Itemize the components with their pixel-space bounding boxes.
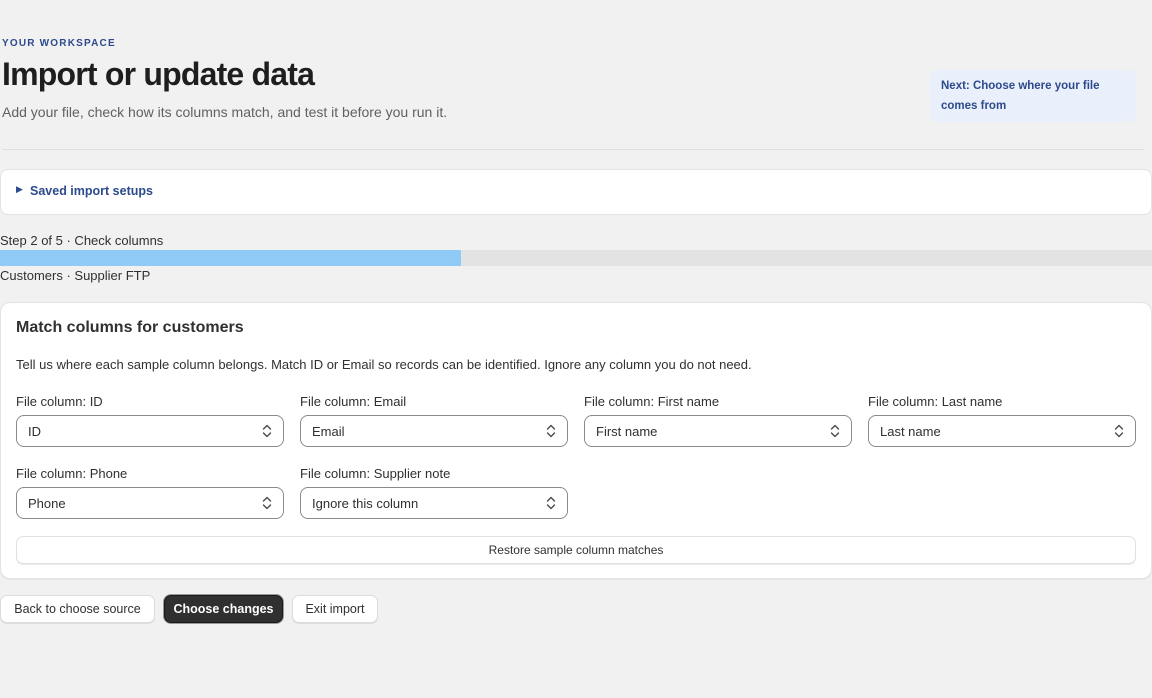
field-label-supplier-note: File column: Supplier note (300, 466, 451, 481)
choose-changes-button[interactable]: Choose changes (164, 595, 283, 623)
select-id[interactable]: ID (16, 415, 284, 447)
page-subtitle: Add your file, check how its columns mat… (2, 104, 448, 120)
chevron-up-down-icon (830, 424, 840, 438)
select-email[interactable]: Email (300, 415, 568, 447)
field-label-email: File column: Email (300, 394, 407, 409)
saved-setups-label: Saved import setups (30, 184, 153, 198)
select-phone[interactable]: Phone (16, 487, 284, 519)
page-title: Import or update data (2, 56, 315, 92)
chevron-up-down-icon (262, 424, 272, 438)
disclosure-triangle-icon: ▶ (16, 184, 23, 194)
card-title: Match columns for customers (16, 319, 244, 336)
select-value: ID (28, 424, 41, 439)
saved-setups-disclosure[interactable]: ▶ Saved import setups (0, 169, 1152, 215)
select-last-name[interactable]: Last name (868, 415, 1136, 447)
back-to-choose-source-button[interactable]: Back to choose source (0, 595, 155, 623)
progress-bar-fill (0, 250, 461, 266)
select-value: First name (596, 424, 658, 439)
source-label: Customers · Supplier FTP (0, 268, 151, 283)
field-label-id: File column: ID (16, 394, 103, 409)
chevron-up-down-icon (262, 496, 272, 510)
eyebrow: YOUR WORKSPACE (2, 38, 116, 49)
next-step-hint: Next: Choose where your file comes from (930, 70, 1136, 122)
chevron-up-down-icon (546, 424, 556, 438)
chevron-up-down-icon (1114, 424, 1124, 438)
step-label: Step 2 of 5 · Check columns (0, 233, 164, 248)
restore-column-matches-button[interactable]: Restore sample column matches (16, 536, 1136, 564)
field-label-phone: File column: Phone (16, 466, 128, 481)
chevron-up-down-icon (546, 496, 556, 510)
field-label-first-name: File column: First name (584, 394, 720, 409)
select-value: Ignore this column (312, 496, 419, 511)
field-label-last-name: File column: Last name (868, 394, 1003, 409)
exit-import-button[interactable]: Exit import (292, 595, 378, 623)
select-supplier-note[interactable]: Ignore this column (300, 487, 568, 519)
header-divider (2, 149, 1144, 150)
select-first-name[interactable]: First name (584, 415, 852, 447)
progress-bar (0, 250, 1152, 266)
match-columns-card: Match columns for customers Tell us wher… (0, 302, 1152, 579)
select-value: Last name (880, 424, 941, 439)
card-description: Tell us where each sample column belongs… (16, 357, 752, 372)
select-value: Phone (28, 496, 66, 511)
select-value: Email (312, 424, 345, 439)
